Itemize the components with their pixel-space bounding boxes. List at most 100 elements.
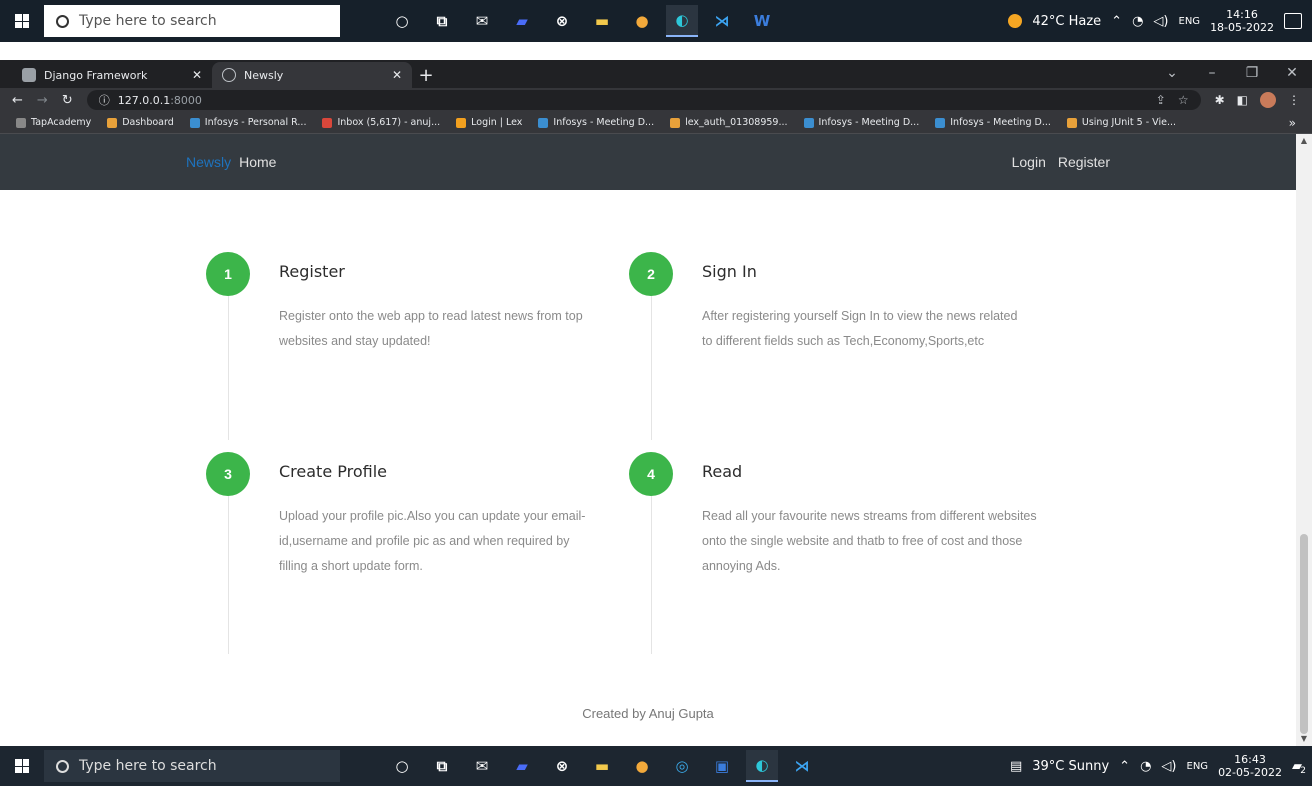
minimize-icon[interactable]: – [1192, 60, 1232, 86]
editor-app-icon[interactable]: ▰ [506, 5, 538, 37]
more-bookmarks-icon[interactable]: » [1289, 116, 1296, 130]
edge-beta-icon[interactable]: ◎ [666, 750, 698, 782]
file-explorer-icon[interactable]: ▬ [586, 5, 618, 37]
mail-icon[interactable]: ✉ [466, 750, 498, 782]
bookmark-item[interactable]: Login | Lex [456, 117, 522, 128]
scroll-thumb[interactable] [1300, 534, 1308, 734]
file-explorer-icon[interactable]: ▬ [586, 750, 618, 782]
taskbar-search[interactable]: Type here to search [44, 5, 340, 37]
globe-icon [222, 68, 236, 82]
word-icon[interactable]: W [746, 5, 778, 37]
close-icon[interactable]: ✕ [392, 68, 402, 82]
bookmark-icon [538, 117, 549, 128]
close-icon[interactable]: ✕ [192, 68, 202, 82]
clock-time: 14:16 [1226, 8, 1258, 21]
bookmark-item[interactable]: Infosys - Meeting D... [935, 117, 1051, 128]
bookmark-item[interactable]: Inbox (5,617) - anuj... [322, 117, 440, 128]
tab-bar: Django Framework ✕ Newsly ✕ + ⌄ – ❐ ✕ [0, 60, 1312, 88]
weather-text[interactable]: 42°C Haze [1032, 14, 1101, 29]
scroll-down-icon[interactable]: ▼ [1300, 734, 1308, 744]
bookmark-icon [670, 117, 681, 128]
chrome-icon[interactable]: ● [626, 5, 658, 37]
timeline-line [651, 496, 652, 654]
nav-home-link[interactable]: Home [239, 154, 276, 170]
address-bar[interactable]: ⓘ 127.0.0.1:8000 ⇪ ☆ [86, 90, 1201, 110]
volume-icon[interactable]: ◁) [1153, 14, 1168, 29]
bookmarks-bar: TapAcademy Dashboard Infosys - Personal … [0, 112, 1312, 134]
edge-icon[interactable]: ◐ [746, 750, 778, 782]
lang-indicator[interactable]: ENG [1179, 16, 1201, 27]
bookmark-label: Infosys - Meeting D... [553, 117, 655, 128]
task-view-icon[interactable]: ⧉ [426, 5, 458, 37]
chevron-up-icon[interactable]: ⌃ [1111, 14, 1122, 29]
editor-app-icon[interactable]: ▰ [506, 750, 538, 782]
volume-icon[interactable]: ◁) [1161, 759, 1176, 774]
side-panel-icon[interactable]: ◧ [1237, 93, 1248, 107]
tab-django[interactable]: Django Framework ✕ [12, 62, 212, 88]
share-icon[interactable]: ⇪ [1156, 93, 1166, 107]
profile-avatar-icon[interactable] [1260, 92, 1276, 108]
bookmark-item[interactable]: Infosys - Meeting D... [803, 117, 919, 128]
bookmark-label: Using JUnit 5 - Vie... [1081, 117, 1177, 128]
scroll-up-icon[interactable]: ▲ [1300, 136, 1308, 146]
forward-icon[interactable]: → [37, 93, 48, 108]
nav-login-link[interactable]: Login [1012, 154, 1046, 170]
bookmark-item[interactable]: Dashboard [107, 117, 174, 128]
nav-register-link[interactable]: Register [1058, 154, 1110, 170]
step-number: 2 [629, 252, 673, 296]
notification-icon[interactable] [1284, 13, 1302, 29]
tab-newsly[interactable]: Newsly ✕ [212, 62, 412, 88]
bookmark-label: Infosys - Meeting D... [950, 117, 1051, 128]
mail-icon[interactable]: ✉ [466, 5, 498, 37]
close-window-icon[interactable]: ✕ [1272, 60, 1312, 86]
brand-link[interactable]: Newsly [186, 154, 231, 170]
start-button[interactable] [0, 0, 44, 42]
chevron-up-icon[interactable]: ⌃ [1119, 759, 1130, 774]
start-button[interactable] [0, 746, 44, 786]
weather-text[interactable]: 39°C Sunny [1032, 759, 1109, 774]
taskbar-search[interactable]: Type here to search [44, 750, 340, 782]
news-widget-icon[interactable]: ▤ [1010, 759, 1022, 774]
system-tray: 42°C Haze ⌃ ◔ ◁) ENG 14:16 18-05-2022 [1008, 8, 1312, 34]
edge-icon[interactable]: ◐ [666, 5, 698, 37]
menu-icon[interactable]: ⋮ [1288, 93, 1300, 107]
step-title: Read [702, 462, 743, 481]
lang-indicator[interactable]: ENG [1187, 761, 1209, 772]
gmail-icon [322, 117, 333, 128]
info-icon[interactable]: ⓘ [99, 92, 110, 108]
notification-icon[interactable]: ▰ 2 [1292, 759, 1306, 776]
task-view-icon[interactable]: ⧉ [426, 750, 458, 782]
step-title: Create Profile [279, 462, 387, 481]
clock[interactable]: 16:43 02-05-2022 [1218, 753, 1282, 779]
bookmark-item[interactable]: Using JUnit 5 - Vie... [1066, 117, 1177, 128]
django-favicon-icon [22, 68, 36, 82]
chrome-icon[interactable]: ● [626, 750, 658, 782]
clock[interactable]: 14:16 18-05-2022 [1210, 8, 1274, 34]
xbox-icon[interactable]: ⊗ [546, 5, 578, 37]
clock-time: 16:43 [1234, 753, 1266, 766]
step-number: 3 [206, 452, 250, 496]
reload-icon[interactable]: ↻ [62, 93, 73, 108]
cortana-icon[interactable]: ○ [386, 5, 418, 37]
bookmark-star-icon[interactable]: ☆ [1178, 93, 1189, 107]
bookmark-item[interactable]: TapAcademy [16, 117, 91, 128]
bookmark-item[interactable]: Infosys - Meeting D... [538, 117, 654, 128]
maximize-icon[interactable]: ❐ [1232, 60, 1272, 86]
new-tab-button[interactable]: + [412, 62, 440, 88]
back-icon[interactable]: ← [12, 93, 23, 108]
step-description: Register onto the web app to read latest… [279, 309, 583, 348]
extensions-icon[interactable]: ✱ [1215, 93, 1225, 107]
chevron-down-icon[interactable]: ⌄ [1152, 60, 1192, 86]
timeline-line [228, 296, 229, 440]
cortana-icon[interactable]: ○ [386, 750, 418, 782]
bookmark-item[interactable]: lex_auth_01308959... [670, 117, 788, 128]
network-icon[interactable]: ◔ [1140, 759, 1151, 774]
vscode-icon[interactable]: ⋊ [706, 5, 738, 37]
scrollbar[interactable]: ▲ ▼ [1296, 134, 1312, 746]
outlook-icon[interactable]: ▣ [706, 750, 738, 782]
bookmark-item[interactable]: Infosys - Personal R... [189, 117, 306, 128]
vscode-icon[interactable]: ⋊ [786, 750, 818, 782]
network-icon[interactable]: ◔ [1132, 14, 1143, 29]
search-icon [56, 759, 69, 773]
xbox-icon[interactable]: ⊗ [546, 750, 578, 782]
